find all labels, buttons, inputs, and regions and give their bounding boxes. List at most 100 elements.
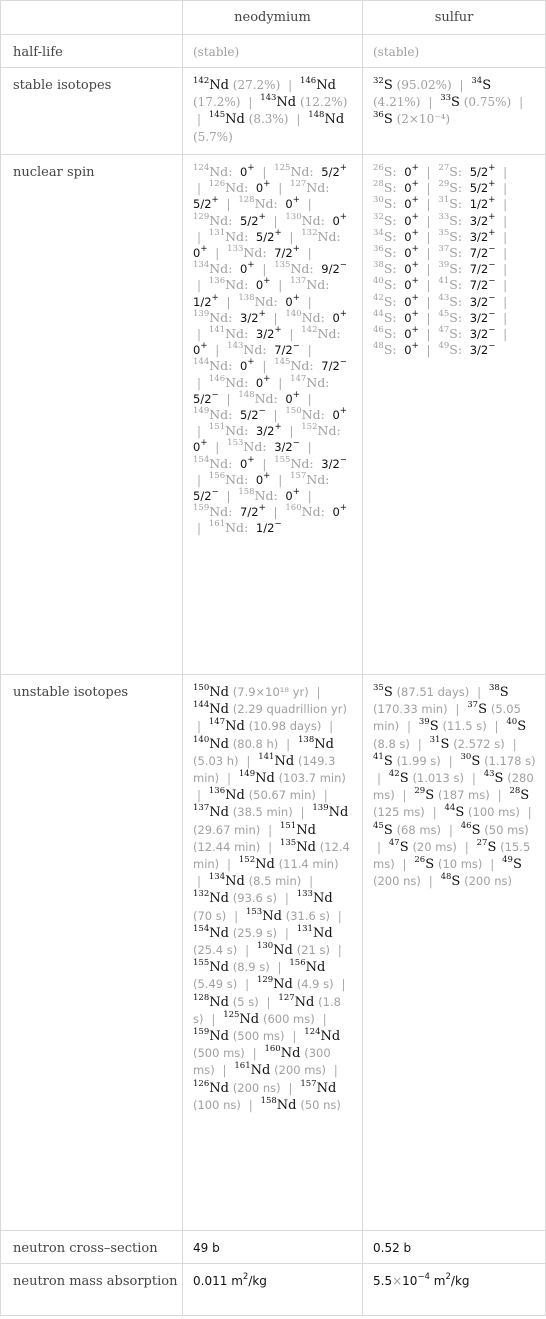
colon: : (320, 212, 325, 228)
isotope-entry: 136Nd (50.67 min) (208, 786, 316, 803)
separator: | (284, 925, 289, 940)
half-life: (2.29 quadrillion yr) (232, 702, 347, 717)
spin-value: 5/2+ (321, 163, 347, 179)
half-life: (500 ms) (232, 1029, 285, 1044)
colon: : (244, 180, 249, 196)
element-symbol: S (383, 78, 393, 93)
isotope-entry: 135Nd: 9/2− (274, 260, 347, 277)
separator: | (289, 229, 294, 244)
mass-number: 44 (444, 803, 456, 814)
element-symbol: Nd (254, 488, 274, 504)
separator: | (417, 736, 422, 751)
element-symbol: Nd (225, 180, 245, 196)
abundance: (4.21%) (373, 95, 421, 110)
mass-number: 155 (193, 958, 210, 969)
parity: + (274, 422, 282, 433)
half-life: (1.99 s) (396, 753, 441, 768)
mass-number: 32 (373, 76, 384, 86)
parity: + (263, 276, 271, 287)
isotope-entry: 139Nd: 3/2+ (193, 308, 266, 325)
separator: | (426, 310, 431, 325)
spin-value: 0+ (404, 211, 419, 228)
colon: : (273, 488, 278, 504)
separator: | (322, 1011, 327, 1026)
element-symbol: Nd (306, 277, 326, 293)
parity: + (339, 163, 347, 173)
mass-number: 158 (238, 487, 255, 498)
isotope-entry: 29S: 5/2+ (438, 180, 495, 195)
separator: | (377, 839, 382, 854)
nuclear-spin-sulfur: 26S: 0+ | 27S: 5/2+ | 28S: 0+ | 29S: 5/2… (362, 154, 546, 675)
isotope-entry: 134Nd (8.5 min) (209, 873, 301, 889)
spin-value: 3/2+ (240, 308, 266, 325)
spin-value: 9/2− (321, 260, 347, 277)
separator: | (289, 424, 294, 439)
half-life: (25.9 s) (232, 925, 277, 940)
isotope-entry: 48S: 0+ (373, 341, 419, 358)
separator: | (197, 874, 202, 889)
spin-value: 0+ (285, 487, 300, 504)
colon: : (457, 164, 463, 179)
half-life: (5 s) (232, 994, 259, 1009)
mass-number: 36 (373, 110, 384, 121)
colon: : (392, 309, 397, 325)
colon: : (320, 407, 325, 423)
mass-number: 136 (208, 786, 226, 797)
separator: | (197, 375, 202, 390)
isotope-entry: 128Nd: 0+ (238, 196, 300, 211)
separator: | (503, 278, 508, 293)
element-symbol: Nd (324, 112, 345, 128)
element-symbol: Nd (328, 805, 349, 821)
spin-value: 5/2− (193, 389, 219, 406)
separator: | (426, 229, 431, 244)
mass-number: 127 (290, 179, 307, 190)
element-symbol: S (383, 112, 393, 128)
colon: : (309, 261, 314, 277)
separator: | (197, 278, 202, 293)
mass-number: 47 (388, 837, 400, 848)
separator: | (215, 246, 220, 261)
separator: | (262, 262, 267, 277)
mass-number: 27 (476, 837, 488, 848)
element-symbol: Nd (209, 891, 229, 907)
mass-number: 144 (193, 700, 210, 711)
mass-number: 124 (193, 163, 210, 173)
mass-number: 131 (296, 923, 313, 934)
mass-number: 154 (193, 454, 210, 465)
spin-value: 0+ (240, 357, 255, 374)
separator: | (273, 408, 278, 423)
isotope-entry: 149Nd (103.7 min) (239, 770, 346, 786)
mass-number: 126 (208, 179, 226, 190)
mass-number: 156 (208, 470, 226, 481)
mass-number: 140 (285, 308, 302, 319)
parity: + (292, 487, 300, 498)
separator: | (307, 294, 312, 309)
parity: + (211, 292, 219, 303)
element-symbol: S (449, 245, 458, 261)
abundance: (8.3%) (248, 112, 289, 127)
spin-value: 0+ (404, 179, 419, 196)
separator: | (245, 977, 250, 992)
row-label: nuclear spin (0, 154, 183, 675)
colon: : (244, 520, 249, 536)
mass-number: 136 (208, 276, 226, 287)
isotope-entry: 142Nd (27.2%) (193, 77, 280, 93)
separator: | (426, 246, 431, 261)
parity: + (292, 244, 300, 255)
separator: | (292, 1029, 297, 1044)
spin-value: 0+ (404, 341, 419, 358)
colon: : (244, 374, 249, 390)
isotope-entry: 146Nd: 0+ (209, 374, 271, 390)
separator: | (197, 521, 202, 536)
mass-number: 147 (290, 373, 307, 384)
mass-number: 34 (471, 76, 483, 86)
mass-number: 36 (373, 244, 384, 255)
parity: + (411, 308, 419, 319)
colon: : (457, 261, 463, 277)
separator: | (426, 197, 431, 212)
isotope-entry: 140Nd: 0+ (285, 308, 347, 325)
element-symbol: Nd (276, 1097, 297, 1113)
parity: + (411, 163, 419, 173)
mass-number: 159 (193, 1027, 210, 1038)
colon: : (325, 277, 330, 293)
